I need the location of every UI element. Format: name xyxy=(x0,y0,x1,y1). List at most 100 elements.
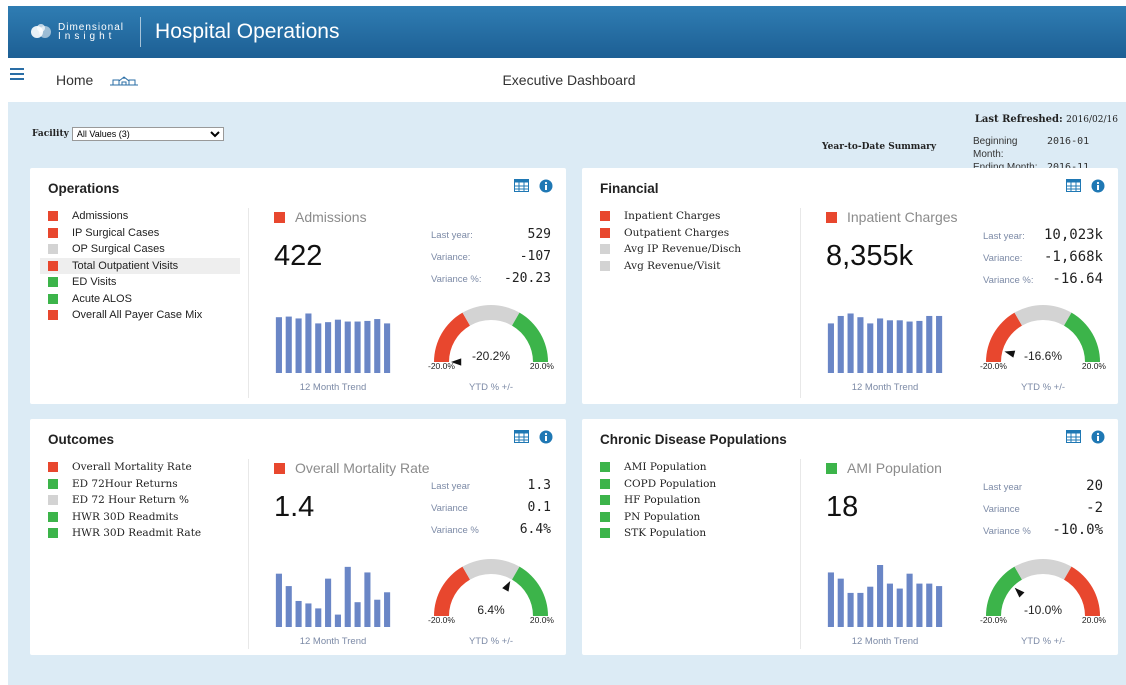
metric-list: Overall Mortality Rate ED 72Hour Returns E… xyxy=(40,459,240,542)
metric-list-item[interactable]: STK Population xyxy=(592,525,792,542)
metric-label: PN Population xyxy=(624,510,701,523)
last-refreshed-value: 2016/02/16 xyxy=(1066,115,1118,125)
trend-bar xyxy=(926,583,933,627)
last-refreshed: Last Refreshed: 2016/02/16 xyxy=(975,114,1118,125)
table-grid-icon[interactable] xyxy=(514,179,529,192)
trend-caption: 12 Month Trend xyxy=(851,636,919,647)
status-square xyxy=(600,462,610,473)
trend-bar xyxy=(847,313,854,373)
trend-bar xyxy=(877,565,884,627)
trend-bar xyxy=(374,599,381,627)
trend-bar xyxy=(916,583,923,627)
stat-value: 0.1 xyxy=(527,500,551,515)
status-square xyxy=(600,495,610,506)
metric-label: Total Outpatient Visits xyxy=(72,259,179,272)
metric-list-item[interactable]: PN Population xyxy=(592,509,792,526)
gauge-left-segment xyxy=(434,312,470,362)
status-square xyxy=(48,511,58,522)
status-square xyxy=(600,260,610,271)
metric-list-item[interactable]: ED 72Hour Returns xyxy=(40,476,240,493)
metric-list-item[interactable]: ED 72 Hour Return % xyxy=(40,492,240,509)
gauge-max-label: 20.0% xyxy=(530,615,555,625)
metric-list-item[interactable]: Admissions xyxy=(40,208,240,225)
status-square xyxy=(826,211,837,223)
metric-list-item[interactable]: AMI Population xyxy=(592,459,792,476)
selected-metric-value: 18 xyxy=(826,491,859,523)
selected-metric-name: Admissions xyxy=(274,209,367,225)
trend-bar xyxy=(886,320,893,373)
trend-bar xyxy=(857,592,864,627)
ytd-gauge: -10.0% -20.0% 20.0% xyxy=(980,559,1106,625)
panel-title: Chronic Disease Populations xyxy=(600,432,787,447)
metric-list-item[interactable]: Total Outpatient Visits xyxy=(40,257,240,274)
trend-bar xyxy=(315,608,322,627)
gauge-left-segment xyxy=(986,312,1022,362)
stat-label: Last year: xyxy=(983,231,1025,242)
metric-label: Acute ALOS xyxy=(72,292,132,305)
metric-list-item[interactable]: Overall Mortality Rate xyxy=(40,459,240,476)
metric-label: COPD Population xyxy=(624,477,717,490)
metric-label: Overall All Payer Case Mix xyxy=(72,309,203,322)
outcomes-panel: Outcomes Overall Mortality Rate ED 72Hour… xyxy=(30,419,566,655)
info-circle-icon[interactable] xyxy=(1091,179,1105,193)
trend-bar xyxy=(906,573,913,627)
stat-row: Last year 20 xyxy=(983,478,1103,500)
metric-list-item[interactable]: HWR 30D Readmits xyxy=(40,509,240,526)
dimensional-insight-logo[interactable]: Dimensional Insight xyxy=(30,23,124,42)
stat-label: Variance xyxy=(431,503,468,514)
metric-list-item[interactable]: OP Surgical Cases xyxy=(40,241,240,258)
metric-list-item[interactable]: Avg IP Revenue/Disch xyxy=(592,241,792,258)
stat-row: Variance 0.1 xyxy=(431,500,551,522)
stat-value: 529 xyxy=(527,227,551,242)
selected-metric-name: AMI Population xyxy=(826,460,942,476)
gauge-left-segment xyxy=(434,566,470,616)
trend-caption: 12 Month Trend xyxy=(851,382,919,393)
metric-list-item[interactable]: Overall All Payer Case Mix xyxy=(40,307,240,324)
metric-list-item[interactable]: HF Population xyxy=(592,492,792,509)
metric-stats: Last year 1.3 Variance 0.1 Variance % 6.4% xyxy=(431,478,551,544)
gauge-value-label: -20.2% xyxy=(472,349,510,363)
metric-list-item[interactable]: Outpatient Charges xyxy=(592,225,792,242)
stat-row: Last year: 10,023k xyxy=(983,227,1103,249)
metric-list-item[interactable]: COPD Population xyxy=(592,476,792,493)
metric-label: IP Surgical Cases xyxy=(72,226,160,239)
status-square xyxy=(600,227,610,238)
metric-list-item[interactable]: Avg Revenue/Visit xyxy=(592,258,792,275)
metric-list-item[interactable]: HWR 30D Readmit Rate xyxy=(40,525,240,542)
stat-label: Last year xyxy=(431,481,471,492)
trend-bar xyxy=(936,315,943,373)
trend-bar xyxy=(315,323,322,373)
metric-label: ED 72 Hour Return % xyxy=(72,494,189,507)
app-title: Hospital Operations xyxy=(155,20,340,43)
metric-list-item[interactable]: Inpatient Charges xyxy=(592,208,792,225)
status-square xyxy=(274,462,285,474)
table-grid-icon[interactable] xyxy=(1066,430,1081,443)
gauge-value-label: -16.6% xyxy=(1024,349,1062,363)
trend-bar xyxy=(285,586,292,627)
header-divider xyxy=(140,17,142,47)
trend-bar xyxy=(867,323,874,373)
info-circle-icon[interactable] xyxy=(539,179,553,193)
trend-caption: 12 Month Trend xyxy=(299,636,367,647)
facility-select[interactable]: All Values (3) xyxy=(71,127,224,141)
status-square xyxy=(48,211,58,222)
table-grid-icon[interactable] xyxy=(1066,179,1081,192)
table-grid-icon[interactable] xyxy=(514,430,529,443)
stat-value: 20 xyxy=(1086,478,1103,494)
trend-bar xyxy=(295,318,302,373)
trend-bar xyxy=(906,321,913,373)
gauge-middle-segment xyxy=(462,559,520,580)
selected-metric-value: 1.4 xyxy=(274,491,315,523)
trend-chart xyxy=(827,565,943,627)
metric-list-item[interactable]: IP Surgical Cases xyxy=(40,225,240,242)
info-circle-icon[interactable] xyxy=(539,430,553,444)
stat-row: Last year: 529 xyxy=(431,227,551,249)
metric-label: Outpatient Charges xyxy=(624,226,730,239)
metric-list-item[interactable]: Acute ALOS xyxy=(40,291,240,308)
stat-row: Variance % -10.0% xyxy=(983,522,1103,544)
stat-label: Variance: xyxy=(983,253,1023,264)
info-circle-icon[interactable] xyxy=(1091,430,1105,444)
stat-label: Last year xyxy=(983,482,1023,493)
metric-list-item[interactable]: ED Visits xyxy=(40,274,240,291)
trend-bar xyxy=(936,586,943,627)
